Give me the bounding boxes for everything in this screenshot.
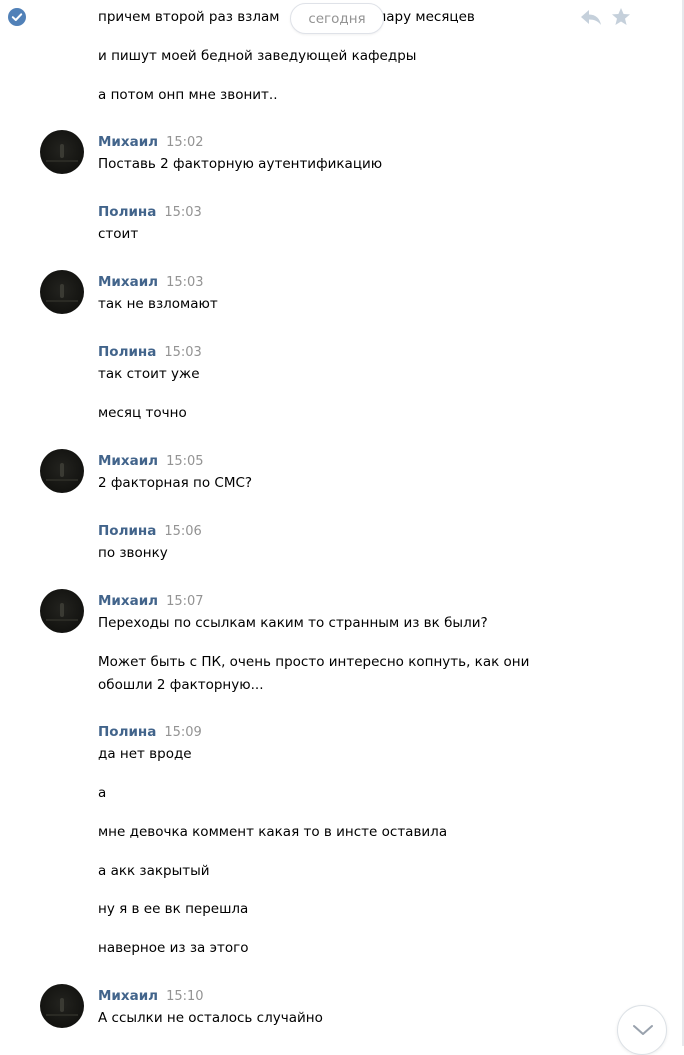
message-header: Михаил 15:10 [98, 987, 204, 1006]
avatar[interactable] [40, 449, 84, 493]
message-text: так не взломают [98, 296, 218, 312]
message-time[interactable]: 15:05 [166, 454, 203, 469]
avatar[interactable] [40, 589, 84, 633]
message-text: а потом онп мне звонит.. [98, 87, 278, 103]
message-text: стоит [98, 226, 139, 242]
message-text: Может быть с ПК, очень просто интересно … [98, 654, 530, 670]
author-name[interactable]: Полина [98, 523, 156, 539]
message-text: наверное из за этого [98, 940, 249, 956]
message-header: Михаил 15:05 [98, 452, 204, 471]
avatar[interactable] [40, 270, 84, 314]
author-name[interactable]: Михаил [98, 593, 158, 609]
message-time[interactable]: 15:09 [164, 725, 201, 740]
author-name[interactable]: Михаил [98, 134, 158, 150]
message-time[interactable]: 15:03 [166, 275, 203, 290]
message-text: а акк закрытый [98, 863, 210, 879]
check-circle-icon[interactable] [7, 7, 27, 27]
message-text: и пишут моей бедной заведующей кафедры [98, 48, 417, 64]
message-text: Поставь 2 факторную аутентификацию [98, 156, 383, 172]
message-text: обошли 2 факторную... [98, 677, 264, 693]
avatar[interactable] [40, 984, 84, 1028]
message-text: мне девочка коммент какая то в инсте ост… [98, 824, 448, 840]
date-divider: сегодня [290, 3, 384, 34]
message-time[interactable]: 15:10 [166, 989, 203, 1004]
message-header: Михаил 15:02 [98, 133, 204, 152]
message-header: Полина 15:03 [98, 203, 202, 222]
avatar[interactable] [40, 130, 84, 174]
author-name[interactable]: Полина [98, 204, 156, 220]
message-text: да нет вроде [98, 746, 192, 762]
message-header: Михаил 15:07 [98, 592, 204, 611]
author-name[interactable]: Михаил [98, 988, 158, 1004]
reply-icon[interactable] [580, 8, 602, 26]
message-time[interactable]: 15:03 [164, 345, 201, 360]
message-text: месяц точно [98, 405, 187, 421]
scroll-down-button[interactable] [617, 1005, 667, 1055]
message-time[interactable]: 15:03 [164, 205, 201, 220]
author-name[interactable]: Полина [98, 724, 156, 740]
message-text: 2 факторная по СМС? [98, 475, 253, 491]
message-time[interactable]: 15:06 [164, 524, 201, 539]
message-time[interactable]: 15:07 [166, 594, 203, 609]
message-time[interactable]: 15:02 [166, 135, 203, 150]
author-name[interactable]: Михаил [98, 453, 158, 469]
message-header: Полина 15:03 [98, 343, 202, 362]
message-text: А ссылки не осталось случайно [98, 1010, 323, 1026]
message-text: по звонку [98, 545, 168, 561]
message-header: Михаил 15:03 [98, 273, 204, 292]
message-text: так стоит уже [98, 366, 200, 382]
message-text: причем второй раз взлам пару месяцев [98, 9, 475, 25]
message-text: Переходы по ссылкам каким то странным из… [98, 615, 488, 631]
message-text: ну я в ее вк перешла [98, 901, 249, 917]
author-name[interactable]: Михаил [98, 274, 158, 290]
message-header: Полина 15:09 [98, 723, 202, 742]
message-header: Полина 15:06 [98, 522, 202, 541]
message-text: а [98, 785, 107, 801]
chevron-down-icon [633, 1025, 653, 1035]
star-icon[interactable] [611, 7, 631, 27]
author-name[interactable]: Полина [98, 344, 156, 360]
